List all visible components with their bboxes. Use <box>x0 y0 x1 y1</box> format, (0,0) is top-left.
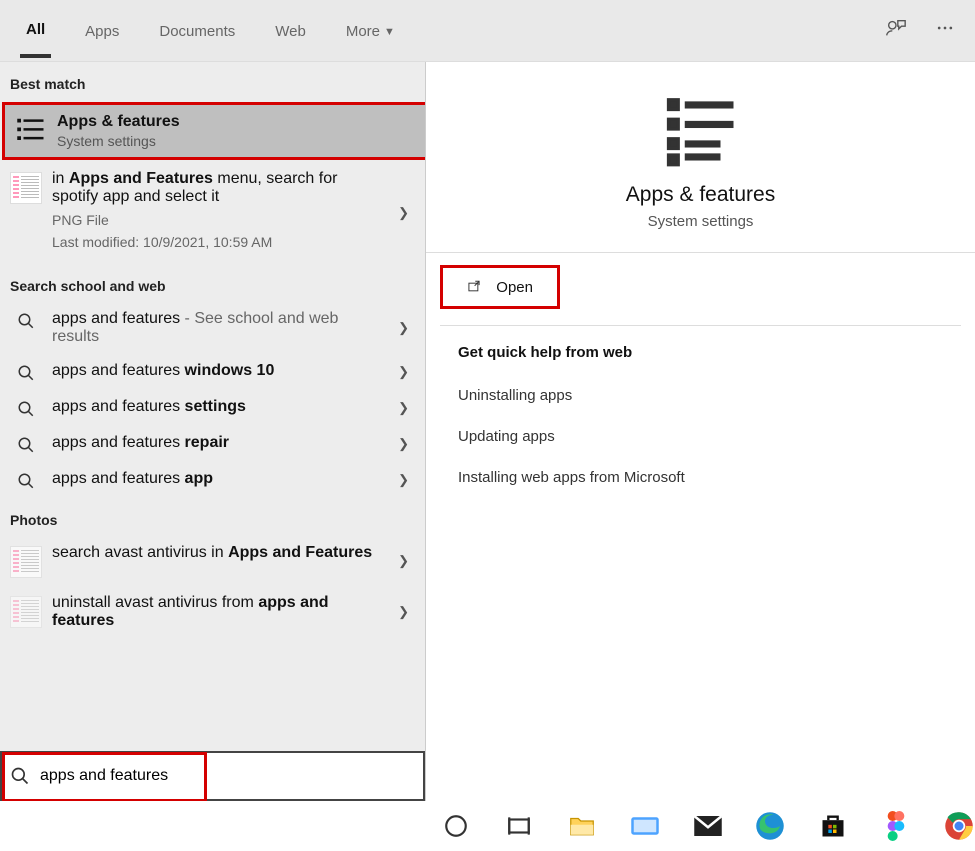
results-panel: Best match Apps & features System settin… <box>0 62 425 801</box>
search-box[interactable] <box>0 751 425 801</box>
taskbar-cortana-icon[interactable] <box>440 809 473 843</box>
search-icon <box>10 472 42 490</box>
taskbar-store-icon[interactable] <box>817 809 850 843</box>
chevron-right-icon: ❯ <box>398 364 409 380</box>
search-icon <box>10 364 42 382</box>
chevron-right-icon: ❯ <box>398 472 409 488</box>
tab-more[interactable]: More ▼ <box>340 5 401 56</box>
open-button[interactable]: Open <box>440 265 560 309</box>
section-search-web: Search school and web <box>0 264 425 302</box>
tab-web[interactable]: Web <box>269 5 312 56</box>
help-link-update[interactable]: Updating apps <box>426 416 975 457</box>
photo-thumbnail-icon <box>10 546 42 578</box>
open-icon <box>467 278 482 296</box>
preview-subtitle: System settings <box>648 213 754 230</box>
tab-documents[interactable]: Documents <box>153 5 241 56</box>
result-photo-1[interactable]: search avast antivirus in Apps and Featu… <box>0 536 425 586</box>
filter-tabs-bar: All Apps Documents Web More ▼ <box>0 0 975 62</box>
apps-features-icon <box>15 115 47 145</box>
tab-all[interactable]: All <box>20 3 51 58</box>
result-web-1[interactable]: apps and features - See school and web r… <box>0 302 425 354</box>
result-apps-and-features[interactable]: Apps & features System settings <box>2 102 425 160</box>
taskbar-file-explorer-icon[interactable] <box>566 809 599 843</box>
taskbar <box>0 801 975 851</box>
help-heading: Get quick help from web <box>426 344 975 375</box>
help-link-uninstall[interactable]: Uninstalling apps <box>426 375 975 416</box>
help-link-install-web[interactable]: Installing web apps from Microsoft <box>426 457 975 498</box>
preview-title: Apps & features <box>626 183 775 207</box>
result-web-4[interactable]: apps and features repair ❯ <box>0 426 425 462</box>
result-png-file[interactable]: in Apps and Features menu, search for sp… <box>0 162 425 264</box>
more-options-icon[interactable] <box>935 18 955 43</box>
chevron-right-icon: ❯ <box>398 400 409 416</box>
chevron-down-icon: ▼ <box>384 26 395 38</box>
taskbar-figma-icon[interactable] <box>879 809 912 843</box>
chevron-right-icon: ❯ <box>398 205 409 221</box>
taskbar-mail-icon[interactable] <box>691 809 724 843</box>
tab-apps[interactable]: Apps <box>79 5 125 56</box>
taskbar-edge-icon[interactable] <box>754 809 787 843</box>
apps-features-large-icon <box>662 90 740 171</box>
chevron-right-icon: ❯ <box>398 320 409 336</box>
taskbar-taskview-icon[interactable] <box>503 809 536 843</box>
section-best-match: Best match <box>0 62 425 100</box>
result-web-2[interactable]: apps and features windows 10 ❯ <box>0 354 425 390</box>
search-input[interactable] <box>40 767 415 785</box>
chevron-right-icon: ❯ <box>398 604 409 620</box>
result-web-5[interactable]: apps and features app ❯ <box>0 462 425 498</box>
preview-panel: Apps & features System settings Open Get… <box>425 62 975 801</box>
search-icon <box>10 766 30 786</box>
chevron-right-icon: ❯ <box>398 553 409 569</box>
section-photos: Photos <box>0 498 425 536</box>
feedback-icon[interactable] <box>885 17 907 44</box>
taskbar-chrome-icon[interactable] <box>942 809 975 843</box>
search-icon <box>10 400 42 418</box>
taskbar-keyboard-icon[interactable] <box>628 809 661 843</box>
png-thumbnail-icon <box>10 172 42 204</box>
search-icon <box>10 436 42 454</box>
result-photo-2[interactable]: uninstall avast antivirus from apps and … <box>0 586 425 638</box>
photo-thumbnail-icon <box>10 596 42 628</box>
search-icon <box>10 312 42 330</box>
result-web-3[interactable]: apps and features settings ❯ <box>0 390 425 426</box>
chevron-right-icon: ❯ <box>398 436 409 452</box>
